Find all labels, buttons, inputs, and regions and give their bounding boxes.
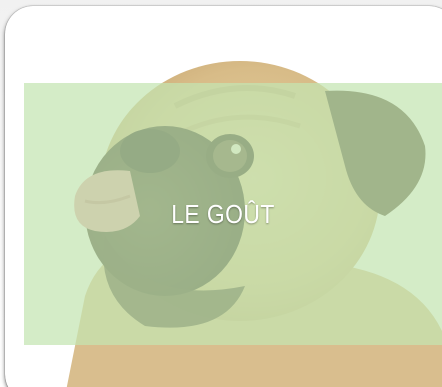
category-card[interactable]: LE GOÛT xyxy=(5,6,442,387)
page: LE GOÛT xyxy=(0,0,442,387)
card-caption: LE GOÛT xyxy=(171,198,275,229)
